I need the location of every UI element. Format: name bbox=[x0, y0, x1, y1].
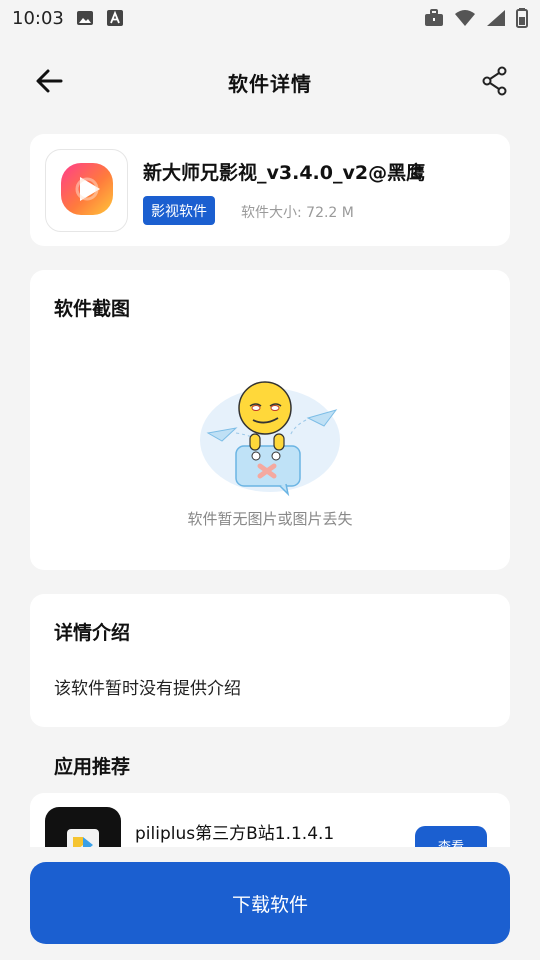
category-badge: 影视软件 bbox=[143, 196, 215, 225]
share-button[interactable] bbox=[478, 66, 512, 100]
video-play-icon bbox=[59, 161, 115, 221]
header: 软件详情 bbox=[0, 52, 540, 112]
status-right bbox=[424, 8, 528, 28]
recommend-app-name: piliplus第三方B站1.1.4.1 bbox=[135, 824, 335, 844]
empty-illustration bbox=[198, 378, 342, 506]
status-time: 10:03 bbox=[12, 7, 64, 29]
share-icon bbox=[481, 66, 509, 100]
download-button[interactable]: 下载软件 bbox=[30, 862, 510, 944]
recommend-app-icon bbox=[45, 807, 121, 847]
app-icon bbox=[45, 149, 128, 232]
view-button[interactable]: 查看 bbox=[415, 826, 487, 847]
intro-card: 详情介绍 该软件暂时没有提供介绍 bbox=[30, 594, 510, 727]
screenshots-title: 软件截图 bbox=[54, 298, 131, 320]
status-left: 10:03 bbox=[12, 8, 124, 29]
arrow-left-icon bbox=[34, 66, 64, 100]
intro-text: 该软件暂时没有提供介绍 bbox=[54, 679, 241, 699]
recommend-title: 应用推荐 bbox=[54, 756, 131, 778]
app-info-card: 新大师兄影视_v3.4.0_v2@黑鹰 影视软件 软件大小: 72.2 M bbox=[30, 134, 510, 246]
app-name: 新大师兄影视_v3.4.0_v2@黑鹰 bbox=[143, 162, 426, 184]
intro-title: 详情介绍 bbox=[54, 622, 131, 644]
list-item[interactable]: piliplus第三方B站1.1.4.1 查看 bbox=[30, 793, 510, 847]
app-size: 软件大小: 72.2 M bbox=[241, 205, 354, 221]
image-icon bbox=[76, 9, 94, 27]
bottom-bar: 下载软件 bbox=[0, 847, 540, 960]
wifi-icon bbox=[454, 9, 476, 27]
screenshots-card: 软件截图 软件暂无图片或图片丢失 bbox=[30, 270, 510, 570]
battery-icon bbox=[516, 8, 528, 28]
briefcase-icon bbox=[424, 9, 444, 27]
text-a-icon bbox=[106, 9, 124, 27]
status-bar: 10:03 bbox=[0, 0, 540, 36]
signal-icon bbox=[486, 9, 506, 27]
empty-screenshots-text: 软件暂无图片或图片丢失 bbox=[187, 510, 353, 528]
back-button[interactable] bbox=[32, 66, 66, 100]
page-title: 软件详情 bbox=[228, 71, 312, 96]
